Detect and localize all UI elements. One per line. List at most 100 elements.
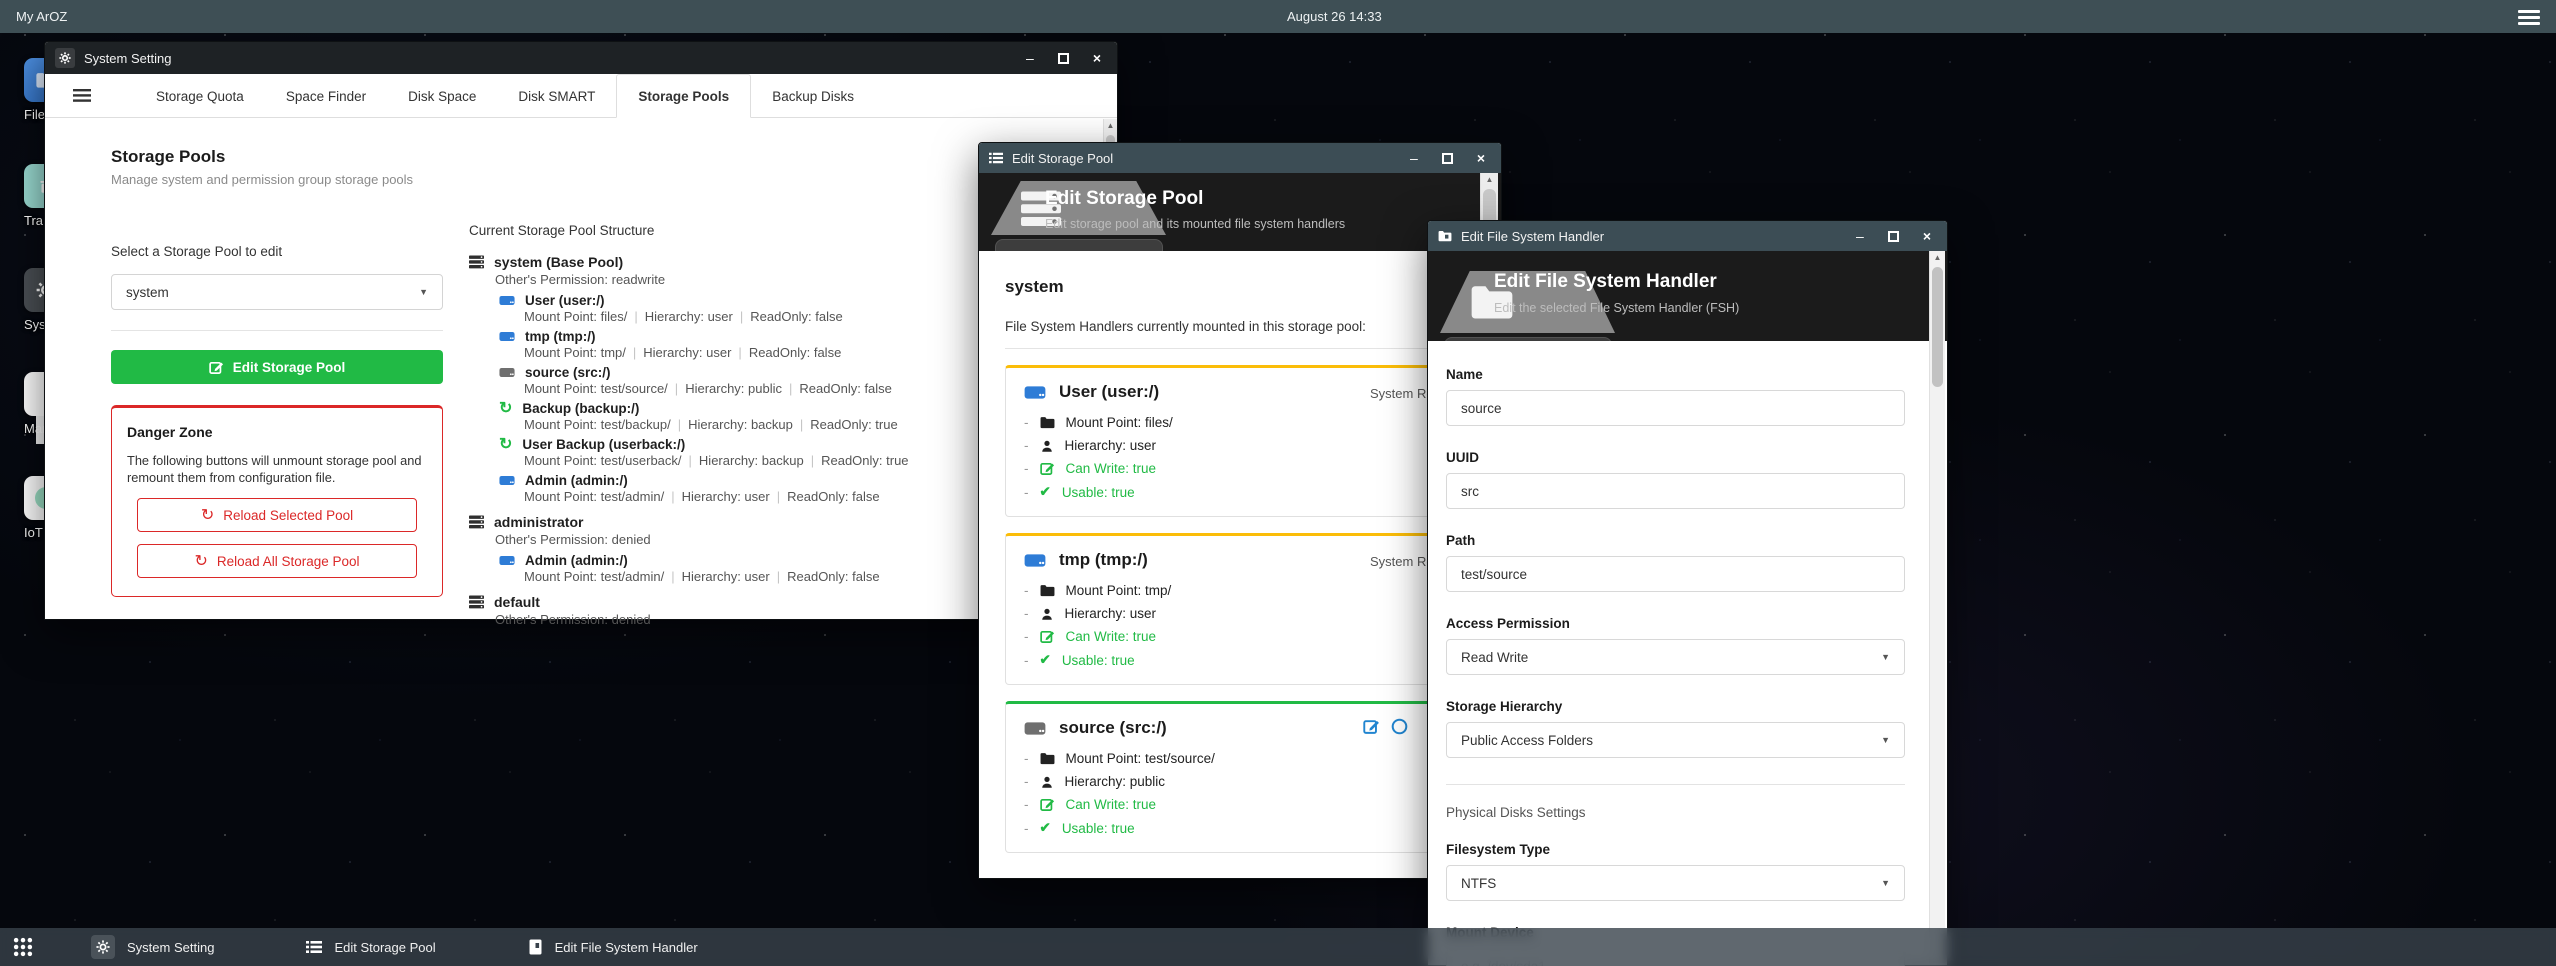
tab-storage-pools[interactable]: Storage Pools	[616, 74, 751, 118]
edit-fsh-titlebar[interactable]: Edit File System Handler – ×	[1428, 221, 1947, 251]
taskbar: System Setting Edit Storage Pool Edit Fi…	[0, 928, 2556, 966]
top-system-bar: My ArOZ August 26 14:33	[0, 0, 2556, 33]
taskbar-item-label: System Setting	[127, 940, 214, 955]
chevron-down-icon: ▼	[1881, 878, 1890, 888]
reload-all-storage-pool-button[interactable]: ↻ Reload All Storage Pool	[137, 544, 417, 578]
path-field[interactable]	[1446, 556, 1905, 592]
drive-icon	[1024, 553, 1046, 568]
drive-icon	[499, 367, 515, 378]
window-edit-storage-pool: Edit Storage Pool – × Edit Storage Pool …	[978, 142, 1502, 879]
server-icon	[469, 515, 484, 529]
pool-select[interactable]: system ▼	[111, 274, 443, 310]
scrollbar[interactable]: ▲	[1929, 251, 1945, 963]
window-title: Edit Storage Pool	[1012, 151, 1113, 166]
close-button[interactable]: ×	[1093, 51, 1101, 65]
close-button[interactable]: ×	[1477, 151, 1485, 165]
fsh-card-user: User (user:/) System Reserved -Mount Poi…	[1005, 365, 1471, 517]
refresh-icon: ↻	[201, 505, 214, 525]
edit-icon[interactable]	[1363, 718, 1380, 735]
folder-icon	[1040, 584, 1055, 597]
maximize-button[interactable]	[1442, 153, 1453, 164]
tab-disk-space[interactable]: Disk Space	[387, 74, 497, 118]
storage-hierarchy-select[interactable]: Public Access Folders ▼	[1446, 722, 1905, 758]
banner-title: Edit Storage Pool	[1045, 188, 1203, 210]
system-setting-tabbar: Storage Quota Space Finder Disk Space Di…	[45, 74, 1117, 118]
system-setting-titlebar[interactable]: System Setting – ×	[45, 42, 1117, 74]
clock: August 26 14:33	[1287, 9, 1382, 24]
window-title: Edit File System Handler	[1461, 229, 1604, 244]
unmount-icon[interactable]	[1391, 718, 1408, 735]
access-permission-label: Access Permission	[1446, 616, 1905, 631]
pool-select-label: Select a Storage Pool to edit	[111, 244, 443, 259]
taskbar-item-edit-storage-pool[interactable]: Edit Storage Pool	[306, 940, 435, 955]
user-icon	[1040, 439, 1054, 453]
gear-icon	[91, 935, 115, 959]
window-system-setting: System Setting – × Storage Quota Space F…	[44, 41, 1118, 620]
minimize-button[interactable]: –	[1856, 229, 1864, 243]
gear-icon	[55, 48, 75, 68]
divider	[1446, 784, 1905, 785]
refresh-icon: ↻	[195, 551, 208, 571]
edit-icon	[1040, 629, 1055, 644]
pool-description: File System Handlers currently mounted i…	[1005, 319, 1471, 334]
tab-backup-disks[interactable]: Backup Disks	[751, 74, 875, 118]
scroll-up-icon[interactable]: ▲	[1104, 121, 1117, 130]
taskbar-item-label: Edit File System Handler	[555, 940, 698, 955]
check-icon: ✔	[1040, 652, 1051, 668]
menu-icon[interactable]	[73, 89, 91, 102]
system-setting-content: Storage Pools Manage system and permissi…	[45, 119, 1117, 619]
taskbar-item-edit-fsh[interactable]: Edit File System Handler	[528, 939, 698, 955]
top-menu-icon[interactable]	[2518, 10, 2540, 25]
banner-subtitle: Edit the selected File System Handler (F…	[1494, 301, 1739, 315]
uuid-field[interactable]	[1446, 473, 1905, 509]
drive-icon	[499, 555, 515, 566]
path-label: Path	[1446, 533, 1905, 548]
tab-disk-smart[interactable]: Disk SMART	[497, 74, 616, 118]
desktop: File Tra Syst t Mang IoT System Setting …	[0, 0, 2556, 966]
name-field[interactable]	[1446, 390, 1905, 426]
scroll-up-icon[interactable]: ▲	[1481, 175, 1498, 184]
launcher-grid-icon[interactable]	[13, 937, 33, 957]
divider	[1005, 348, 1471, 349]
fsh-card-tmp: tmp (tmp:/) System Reserved -Mount Point…	[1005, 533, 1471, 685]
maximize-button[interactable]	[1888, 231, 1899, 242]
server-icon	[469, 595, 484, 609]
check-icon: ✔	[1040, 820, 1051, 836]
minimize-button[interactable]: –	[1026, 51, 1034, 65]
file-icon	[528, 939, 543, 955]
reload-selected-pool-button[interactable]: ↻ Reload Selected Pool	[137, 498, 417, 532]
edit-fsh-banner: Edit File System Handler Edit the select…	[1428, 251, 1947, 341]
list-icon	[306, 940, 322, 954]
edit-icon	[209, 360, 224, 375]
edit-storage-pool-titlebar[interactable]: Edit Storage Pool – ×	[979, 143, 1501, 173]
taskbar-item-label: Edit Storage Pool	[334, 940, 435, 955]
taskbar-item-system-setting[interactable]: System Setting	[91, 935, 214, 959]
tab-space-finder[interactable]: Space Finder	[265, 74, 387, 118]
refresh-icon: ↻	[499, 438, 512, 452]
edit-icon	[1040, 461, 1055, 476]
edit-storage-pool-button[interactable]: Edit Storage Pool	[111, 350, 443, 384]
minimize-button[interactable]: –	[1410, 151, 1418, 165]
pool-name: system	[1005, 277, 1471, 297]
folder-icon	[1040, 416, 1055, 429]
filesystem-type-select[interactable]: NTFS ▼	[1446, 865, 1905, 901]
danger-zone: Danger Zone The following buttons will u…	[111, 405, 443, 597]
fsh-card-source: source (src:/) -Mount Point: test/source…	[1005, 701, 1471, 853]
storage-hierarchy-label: Storage Hierarchy	[1446, 699, 1905, 714]
page-title: Storage Pools	[111, 147, 443, 167]
danger-zone-body: The following buttons will unmount stora…	[127, 452, 427, 486]
banner-title: Edit File System Handler	[1494, 271, 1717, 293]
maximize-button[interactable]	[1058, 53, 1069, 64]
scroll-up-icon[interactable]: ▲	[1930, 253, 1945, 262]
refresh-icon: ↻	[499, 402, 512, 416]
banner-subtitle: Edit storage pool and its mounted file s…	[1045, 217, 1345, 231]
access-permission-select[interactable]: Read Write ▼	[1446, 639, 1905, 675]
host-title: My ArOZ	[16, 9, 67, 24]
drive-icon	[1024, 721, 1046, 736]
divider	[111, 330, 443, 331]
close-button[interactable]: ×	[1923, 229, 1931, 243]
physical-disks-section-label: Physical Disks Settings	[1446, 805, 1905, 820]
tab-storage-quota[interactable]: Storage Quota	[135, 74, 265, 118]
name-label: Name	[1446, 367, 1905, 382]
drive-icon	[1024, 385, 1046, 400]
